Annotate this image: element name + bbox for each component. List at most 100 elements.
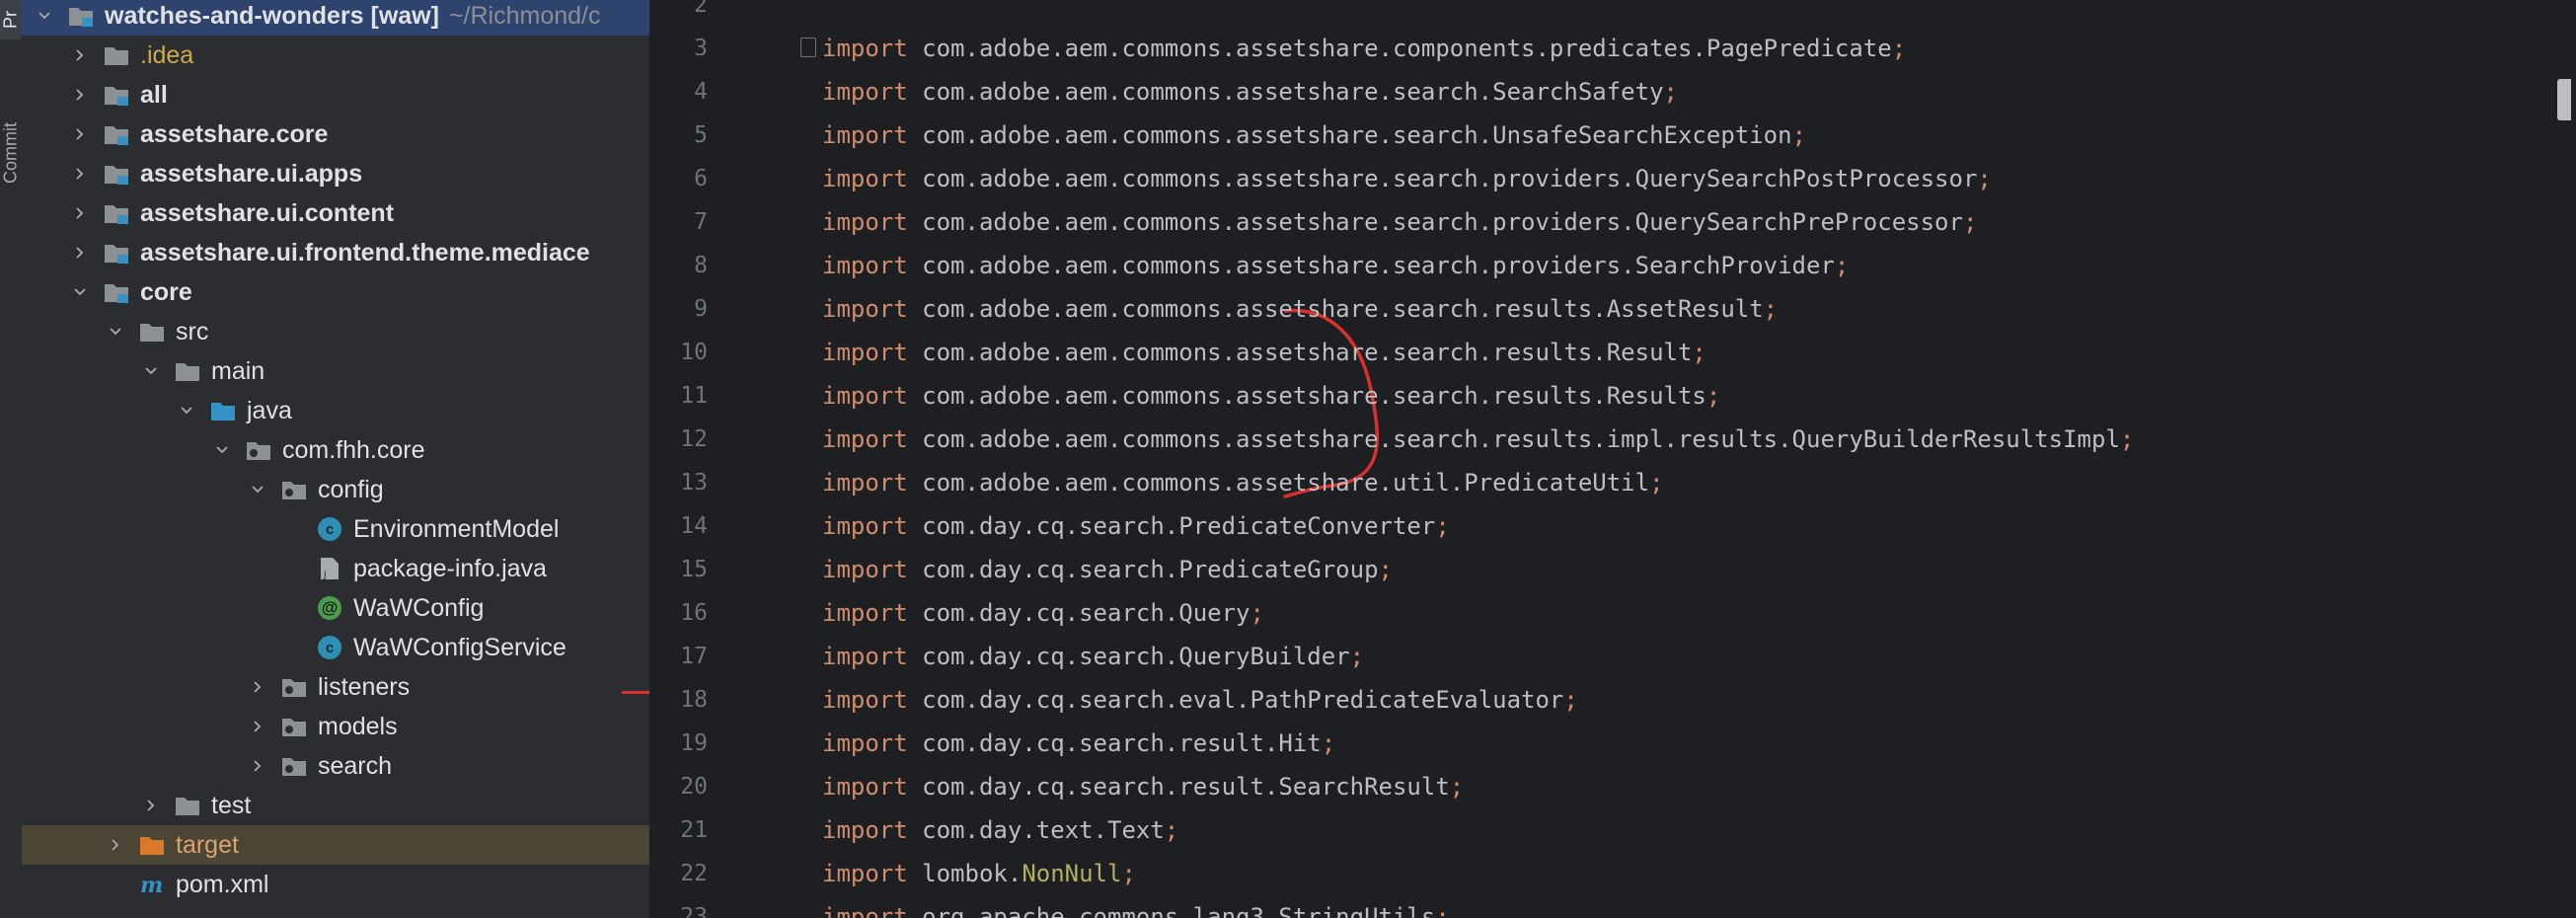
code-line[interactable]: 8 import com.adobe.aem.commons.assetshare… xyxy=(650,244,2576,287)
line-number: 7 xyxy=(694,209,708,235)
code-line[interactable]: 10 import com.adobe.aem.commons.assetshar… xyxy=(650,331,2576,374)
code-line[interactable]: 11 import com.adobe.aem.commons.assetshar… xyxy=(650,374,2576,418)
import-path: com.adobe.aem.commons.assetshare.search.… xyxy=(922,339,1693,366)
tree-item[interactable]: core xyxy=(22,272,649,312)
line-number: 9 xyxy=(694,296,708,322)
tree-item-label: WaWConfig xyxy=(353,594,485,622)
module-folder-icon xyxy=(103,161,130,187)
import-statement: import com.adobe.aem.commons.assetshare.… xyxy=(822,208,1978,236)
chevron-down-icon[interactable] xyxy=(140,351,162,391)
chevron-right-icon[interactable] xyxy=(247,667,268,707)
tree-item[interactable]: all xyxy=(22,75,649,115)
chevron-right-icon[interactable] xyxy=(247,707,268,746)
code-line[interactable]: 21 import com.day.text.Text; xyxy=(650,808,2576,852)
module-folder-icon xyxy=(103,82,130,108)
code-line[interactable]: 20 import com.day.cq.search.result.Search… xyxy=(650,765,2576,808)
tree-item[interactable]: listeners xyxy=(22,667,649,707)
tree-item-label: core xyxy=(140,278,192,306)
code-line[interactable]: 14 import com.day.cq.search.PredicateConv… xyxy=(650,504,2576,548)
tree-item[interactable]: @ WaWConfig xyxy=(22,588,649,628)
code-line[interactable]: 3 import com.adobe.aem.commons.assetshare… xyxy=(650,27,2576,70)
code-line[interactable]: 9 import com.adobe.aem.commons.assetshare… xyxy=(650,287,2576,331)
code-line[interactable]: 15 import com.day.cq.search.PredicateGrou… xyxy=(650,548,2576,591)
tree-item[interactable]: assetshare.ui.content xyxy=(22,193,649,233)
tree-item[interactable]: c EnvironmentModel xyxy=(22,509,649,549)
import-path: com.adobe.aem.commons.assetshare.compone… xyxy=(922,35,1892,62)
chevron-right-icon[interactable] xyxy=(140,786,162,825)
tree-item[interactable]: c WaWConfigService xyxy=(22,628,649,667)
tree-item[interactable]: watches-and-wonders [waw] ~/Richmond/c xyxy=(22,0,649,36)
code-line[interactable]: 2 xyxy=(650,0,2576,27)
code-line[interactable]: 6 import com.adobe.aem.commons.assetshare… xyxy=(650,157,2576,200)
tree-item[interactable]: com.fhh.core xyxy=(22,430,649,470)
tree-item[interactable]: models xyxy=(22,707,649,746)
tree-item[interactable]: test xyxy=(22,786,649,825)
import-statement: import com.adobe.aem.commons.assetshare.… xyxy=(822,295,1779,323)
tree-item[interactable]: config xyxy=(22,470,649,509)
line-number: 12 xyxy=(680,426,708,452)
chevron-down-icon[interactable] xyxy=(105,312,126,351)
code-line[interactable]: 22 import lombok.NonNull; xyxy=(650,852,2576,895)
code-line[interactable]: 16 import com.day.cq.search.Query; xyxy=(650,591,2576,635)
chevron-right-icon[interactable] xyxy=(69,75,91,115)
code-line[interactable]: 7 import com.adobe.aem.commons.assetshare… xyxy=(650,200,2576,244)
chevron-right-icon[interactable] xyxy=(69,193,91,233)
code-line[interactable]: 12 import com.adobe.aem.commons.assetshar… xyxy=(650,418,2576,461)
import-statement: import com.adobe.aem.commons.assetshare.… xyxy=(822,165,1992,192)
import-path: com.day.cq.search.result.SearchResult xyxy=(922,773,1450,801)
import-path: com.day.cq.search.Query xyxy=(922,599,1250,627)
commit-tool-tab[interactable]: Commit xyxy=(0,94,22,212)
import-statement: import com.day.cq.search.PredicateGroup; xyxy=(822,556,1393,583)
code-line[interactable]: 13 import com.adobe.aem.commons.assetshar… xyxy=(650,461,2576,504)
tree-item[interactable]: target xyxy=(22,825,649,865)
chevron-down-icon[interactable] xyxy=(34,0,55,36)
import-keyword: import xyxy=(822,35,908,62)
module-folder-icon xyxy=(103,240,130,266)
tree-item[interactable]: assetshare.ui.apps xyxy=(22,154,649,193)
tree-item-label: com.fhh.core xyxy=(282,436,425,464)
code-line[interactable]: 5 import com.adobe.aem.commons.assetshare… xyxy=(650,114,2576,157)
code-line[interactable]: 19 import com.day.cq.search.result.Hit; xyxy=(650,722,2576,765)
chevron-down-icon[interactable] xyxy=(69,272,91,312)
tree-item-label: EnvironmentModel xyxy=(353,515,560,543)
chevron-right-icon[interactable] xyxy=(247,746,268,786)
import-statement: import com.day.text.Text; xyxy=(822,816,1179,844)
chevron-down-icon[interactable] xyxy=(247,470,268,509)
code-line[interactable]: 17 import com.day.cq.search.QueryBuilder; xyxy=(650,635,2576,678)
project-tool-tab[interactable]: Pr xyxy=(0,0,22,39)
import-statement: import com.day.cq.search.result.Hit; xyxy=(822,729,1336,757)
import-path: lombok. xyxy=(922,860,1023,887)
chevron-right-icon[interactable] xyxy=(105,825,126,865)
import-path: com.adobe.aem.commons.assetshare.search.… xyxy=(922,208,1963,236)
line-number: 21 xyxy=(680,817,708,843)
code-editor[interactable]: 2 3 import com.adobe.aem.commons.assetshar… xyxy=(650,0,2576,918)
line-number: 16 xyxy=(680,600,708,626)
import-keyword: import xyxy=(822,339,908,366)
chevron-right-icon[interactable] xyxy=(69,154,91,193)
chevron-down-icon[interactable] xyxy=(176,391,197,430)
tree-item[interactable]: Jpackage-info.java xyxy=(22,549,649,588)
line-number: 4 xyxy=(694,79,708,105)
tree-item[interactable]: .idea xyxy=(22,36,649,75)
chevron-right-icon[interactable] xyxy=(69,115,91,154)
line-number: 6 xyxy=(694,166,708,191)
tree-item[interactable]: search xyxy=(22,746,649,786)
tree-item[interactable]: main xyxy=(22,351,649,391)
chevron-right-icon[interactable] xyxy=(69,233,91,272)
tree-item[interactable]: m pom.xml xyxy=(22,865,649,904)
module-folder-icon xyxy=(103,200,130,226)
code-line[interactable]: 4 import com.adobe.aem.commons.assetshare… xyxy=(650,70,2576,114)
import-statement: import org.apache.commons.lang3.StringUt… xyxy=(822,903,1450,918)
chevron-down-icon[interactable] xyxy=(211,430,233,470)
tree-item[interactable]: src xyxy=(22,312,649,351)
tree-item[interactable]: java xyxy=(22,391,649,430)
code-line[interactable]: 18 import com.day.cq.search.eval.PathPred… xyxy=(650,678,2576,722)
chevron-right-icon[interactable] xyxy=(69,36,91,75)
tree-item[interactable]: assetshare.ui.frontend.theme.mediace xyxy=(22,233,649,272)
package-icon xyxy=(280,477,308,502)
line-number: 10 xyxy=(680,340,708,365)
tree-item-label: main xyxy=(211,357,265,385)
tree-item[interactable]: assetshare.core xyxy=(22,115,649,154)
line-number: 23 xyxy=(680,904,708,918)
code-line[interactable]: 23 import org.apache.commons.lang3.String… xyxy=(650,895,2576,918)
